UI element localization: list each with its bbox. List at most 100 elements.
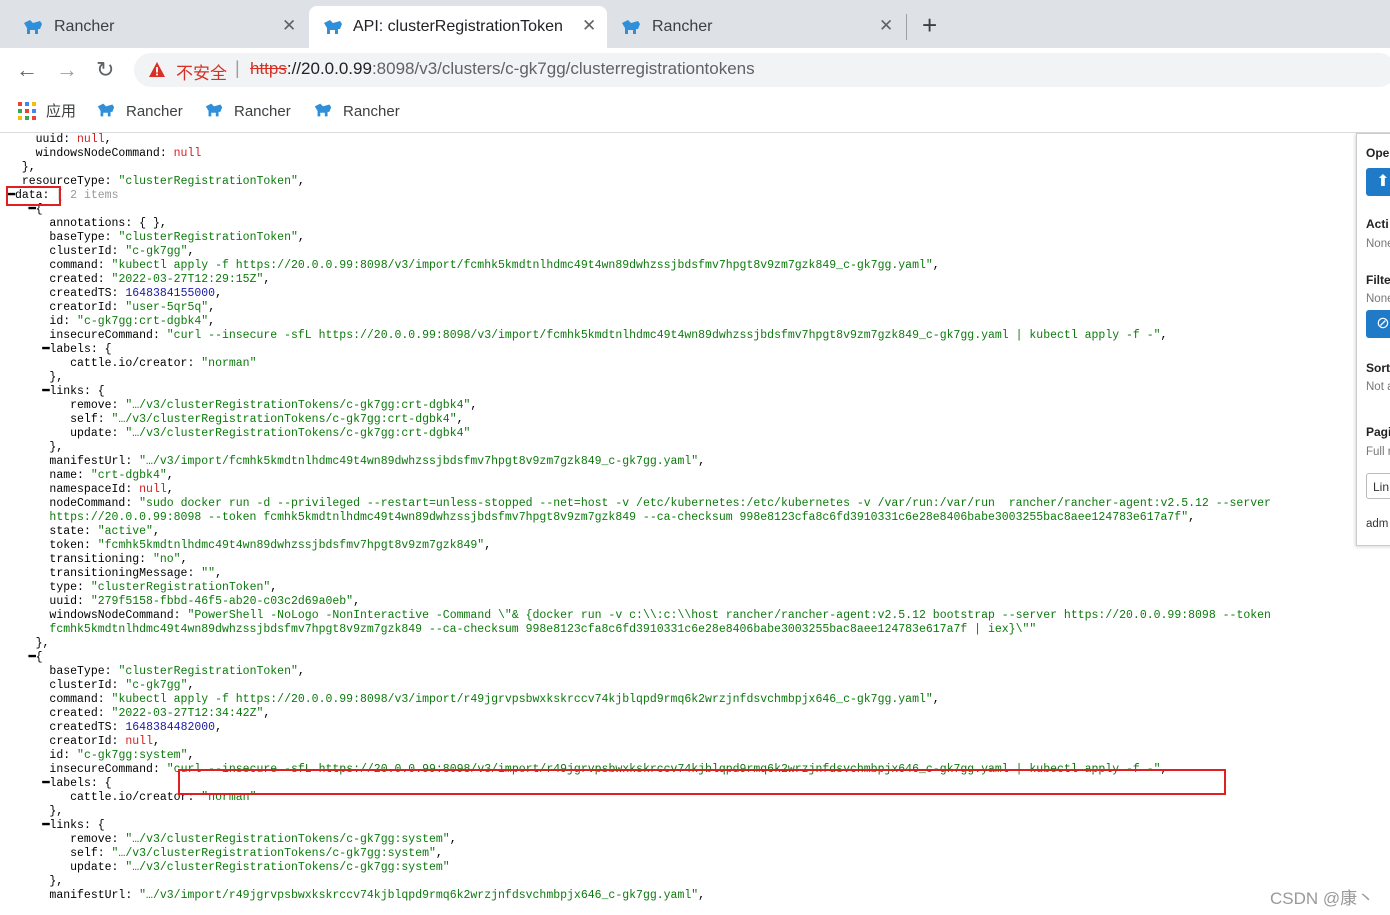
json-token: : (83, 539, 98, 552)
json-token: : (111, 833, 126, 846)
bookmark-label: Rancher (126, 103, 183, 120)
json-line: token: "fcmhk5kmdtnlhdmc49t4wn89dwhzssjb… (8, 539, 491, 553)
rancher-favicon (97, 103, 115, 117)
panel-heading-operations: Ope (1366, 146, 1390, 160)
json-token: "norman" (201, 357, 257, 370)
warning-icon[interactable] (148, 61, 166, 83)
address-bar[interactable]: 不安全 | https://20.0.0.99:8098/v3/clusters… (134, 53, 1390, 87)
json-token: : { (90, 343, 112, 356)
json-token: : (97, 273, 112, 286)
forward-arrow-icon[interactable]: → (56, 58, 78, 82)
close-icon[interactable]: ✕ (282, 16, 296, 36)
collapse-toggle[interactable]: ━ (8, 651, 36, 664)
json-token: created (49, 273, 98, 286)
json-token: : (97, 707, 112, 720)
json-token: "PowerShell -NoLogo -NonInteractive -Com… (187, 609, 1271, 622)
collapse-toggle[interactable]: ━ (8, 819, 50, 832)
url-path: :8098/v3/clusters/c-gk7gg/clusterregistr… (371, 59, 755, 78)
rancher-favicon (205, 103, 223, 117)
json-token: : (111, 735, 126, 748)
json-line: name: "crt-dgbk4", (8, 469, 173, 483)
json-token: "clusterRegistrationToken" (118, 665, 298, 678)
plus-icon[interactable]: + (922, 12, 937, 38)
json-token: insecureCommand (49, 329, 153, 342)
json-token: , (449, 833, 457, 846)
json-line: created: "2022-03-27T12:29:15Z", (8, 273, 270, 287)
bookmark-rancher-2[interactable]: Rancher (204, 100, 291, 120)
bookmark-apps[interactable]: 应用 (18, 100, 76, 121)
json-token: transitioning (49, 553, 140, 566)
json-token: : (111, 721, 126, 734)
json-line: ━links: { (8, 385, 105, 399)
json-line: uuid: null, (8, 133, 112, 147)
back-arrow-icon[interactable]: ← (16, 58, 38, 82)
collapse-toggle[interactable]: ━ (8, 343, 50, 356)
bookmark-rancher-1[interactable]: Rancher (96, 100, 183, 120)
close-icon[interactable]: ✕ (582, 16, 596, 36)
url-text[interactable]: https://20.0.0.99:8098/v3/clusters/c-gk7… (250, 59, 755, 79)
json-token: baseType (49, 231, 105, 244)
tab-rancher-2[interactable]: Rancher ✕ (608, 6, 904, 48)
json-token: : (125, 455, 140, 468)
json-token: annotations (49, 217, 126, 230)
json-line: command: "kubectl apply -f https://20.0.… (8, 259, 939, 273)
json-token: 1648384155000 (125, 287, 216, 300)
json-line: baseType: "clusterRegistrationToken", (8, 231, 304, 245)
tab-api-cluster-registration-token[interactable]: API: clusterRegistrationToken ✕ (309, 6, 607, 48)
url-scheme: https (250, 59, 287, 78)
up-arrow-icon[interactable]: ⬆ (1366, 168, 1390, 196)
json-token: , (1188, 511, 1196, 524)
reload-icon[interactable]: ↻ (96, 58, 114, 82)
json-token: , (470, 399, 478, 412)
json-token: state (49, 525, 84, 538)
json-line: nodeCommand: "sudo docker run -d --privi… (8, 497, 1271, 511)
json-token: : (152, 763, 167, 776)
json-token: : (97, 847, 112, 860)
json-line: windowsNodeCommand: null (8, 147, 202, 161)
security-label[interactable]: 不安全 (176, 59, 227, 84)
json-token: }, (8, 161, 36, 174)
json-line: annotations: { }, (8, 217, 166, 231)
json-line: creatorId: "user-5qr5q", (8, 301, 215, 315)
tab-rancher-1[interactable]: Rancher ✕ (0, 6, 308, 48)
json-token: "no" (152, 553, 181, 566)
json-token: "…/v3/import/fcmhk5kmdtnlhdmc49t4wn89dwh… (139, 455, 699, 468)
url-host: ://20.0.0.99 (286, 59, 372, 78)
json-token: : (111, 245, 126, 258)
bookmark-rancher-3[interactable]: Rancher (313, 100, 400, 120)
json-token: id (49, 749, 64, 762)
json-token: cattle.io/creator (70, 357, 188, 370)
close-icon[interactable]: ✕ (879, 16, 893, 36)
json-token: , (270, 581, 278, 594)
json-line: id: "c-gk7gg:crt-dgbk4", (8, 315, 215, 329)
json-token: : (77, 469, 91, 482)
json-token: , (208, 301, 216, 314)
link-button[interactable]: Lin (1366, 473, 1390, 499)
json-token: "user-5qr5q" (125, 301, 209, 314)
collapse-toggle[interactable]: ━ (8, 385, 50, 398)
collapse-toggle[interactable]: ━ (8, 777, 50, 790)
clear-filter-icon[interactable]: ⊘ (1366, 310, 1390, 338)
json-token: uuid (35, 133, 64, 146)
json-token: manifestUrl (49, 455, 126, 468)
json-line: created: "2022-03-27T12:34:42Z", (8, 707, 270, 721)
json-token: "279f5158-fbbd-46f5-ab20-c03c2d69a0eb" (90, 595, 354, 608)
json-token: , (208, 315, 216, 328)
json-line: }, (8, 637, 50, 651)
panel-heading-sort: Sort (1366, 361, 1390, 375)
panel-footer-user: adm (1366, 518, 1389, 530)
json-token: : (111, 861, 126, 874)
json-line: createdTS: 1648384155000, (8, 287, 222, 301)
